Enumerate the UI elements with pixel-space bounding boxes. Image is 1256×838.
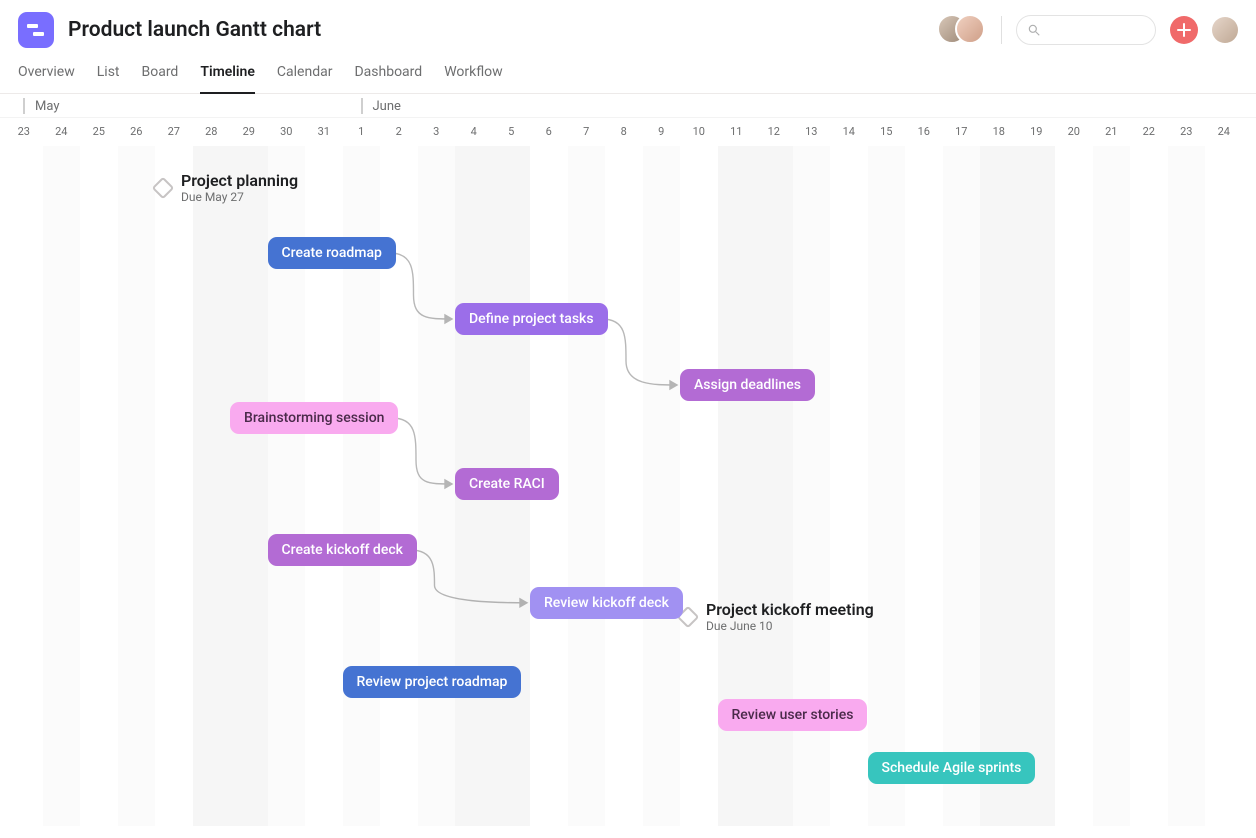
milestone-subtitle: Due June 10	[706, 619, 874, 633]
search-input[interactable]	[1016, 15, 1156, 45]
month-header-row: May June	[0, 94, 1256, 118]
task-review-roadmap[interactable]: Review project roadmap	[343, 666, 522, 698]
day-column	[1130, 146, 1168, 826]
date-cell: 11	[718, 125, 756, 138]
date-cell: 30	[268, 125, 306, 138]
project-icon	[18, 12, 54, 48]
date-cell: 19	[1018, 125, 1056, 138]
day-column	[680, 146, 718, 826]
weekend-column	[230, 146, 268, 826]
tab-board[interactable]: Board	[142, 64, 179, 94]
date-cell: 20	[1055, 125, 1093, 138]
day-column	[605, 146, 643, 826]
tab-timeline[interactable]: Timeline	[200, 64, 255, 94]
date-cell: 18	[980, 125, 1018, 138]
milestone-diamond-icon	[152, 176, 175, 199]
date-cell: 29	[230, 125, 268, 138]
task-kickoff-deck[interactable]: Create kickoff deck	[268, 534, 417, 566]
day-column	[905, 146, 943, 826]
milestone-title: Project kickoff meeting	[706, 600, 874, 619]
day-column	[1205, 146, 1243, 826]
date-cell: 31	[305, 125, 343, 138]
milestone-project-planning[interactable]: Project planningDue May 27	[155, 171, 298, 204]
date-cell: 17	[943, 125, 981, 138]
date-cell: 10	[680, 125, 718, 138]
date-cell: 21	[1093, 125, 1131, 138]
tab-workflow[interactable]: Workflow	[444, 64, 503, 94]
date-cell: 3	[418, 125, 456, 138]
date-cell: 22	[1130, 125, 1168, 138]
user-avatar[interactable]	[1212, 17, 1238, 43]
tab-dashboard[interactable]: Dashboard	[354, 64, 422, 94]
date-cell: 26	[118, 125, 156, 138]
date-cell: 27	[155, 125, 193, 138]
date-cell: 16	[905, 125, 943, 138]
date-cell: 7	[568, 125, 606, 138]
date-cell: 9	[643, 125, 681, 138]
month-tick	[23, 98, 25, 114]
weekend-column	[1018, 146, 1056, 826]
day-column	[868, 146, 906, 826]
day-column	[1055, 146, 1093, 826]
date-cell: 12	[755, 125, 793, 138]
date-cell: 24	[43, 125, 81, 138]
day-column	[568, 146, 606, 826]
avatar[interactable]	[955, 14, 985, 44]
divider	[1001, 16, 1002, 44]
task-assign-deadlines[interactable]: Assign deadlines	[680, 369, 815, 401]
task-schedule-sprints[interactable]: Schedule Agile sprints	[868, 752, 1036, 784]
task-create-raci[interactable]: Create RACI	[455, 468, 559, 500]
task-define-tasks[interactable]: Define project tasks	[455, 303, 608, 335]
plus-icon	[1177, 23, 1191, 37]
header: Product launch Gantt chart	[0, 0, 1256, 48]
date-cell: 23	[5, 125, 43, 138]
month-tick	[361, 98, 363, 114]
search-icon	[1027, 23, 1041, 37]
timeline: MayJune 23242526272829303112345678910111…	[0, 94, 1256, 826]
project-title: Product launch Gantt chart	[68, 18, 321, 42]
date-cell: 28	[193, 125, 231, 138]
task-review-kickoff[interactable]: Review kickoff deck	[530, 587, 683, 619]
date-cell: 2	[380, 125, 418, 138]
day-column	[43, 146, 81, 826]
date-cell: 15	[868, 125, 906, 138]
tab-calendar[interactable]: Calendar	[277, 64, 333, 94]
day-column	[418, 146, 456, 826]
date-cell: 5	[493, 125, 531, 138]
day-column	[1168, 146, 1206, 826]
day-column	[118, 146, 156, 826]
tab-list[interactable]: List	[97, 64, 120, 94]
task-review-stories[interactable]: Review user stories	[718, 699, 868, 731]
day-column	[155, 146, 193, 826]
date-cell: 25	[80, 125, 118, 138]
weekend-column	[193, 146, 231, 826]
add-button[interactable]	[1170, 16, 1198, 44]
tab-overview[interactable]: Overview	[18, 64, 75, 94]
task-brainstorm[interactable]: Brainstorming session	[230, 402, 398, 434]
milestone-subtitle: Due May 27	[181, 190, 298, 204]
day-column	[943, 146, 981, 826]
date-cell: 24	[1205, 125, 1243, 138]
date-cell: 13	[793, 125, 831, 138]
date-cell: 8	[605, 125, 643, 138]
day-column	[80, 146, 118, 826]
day-column	[643, 146, 681, 826]
date-cell: 1	[343, 125, 381, 138]
date-header-row: 2324252627282930311234567891011121314151…	[0, 118, 1256, 146]
date-cell: 14	[830, 125, 868, 138]
date-cell: 23	[1168, 125, 1206, 138]
task-create-roadmap[interactable]: Create roadmap	[268, 237, 396, 269]
date-cell: 6	[530, 125, 568, 138]
date-cell: 4	[455, 125, 493, 138]
member-avatars[interactable]	[937, 14, 987, 46]
day-column	[1093, 146, 1131, 826]
gantt-grid[interactable]: Project planningDue May 27 Project kickof…	[0, 146, 1256, 826]
month-label: May	[35, 99, 59, 114]
milestone-title: Project planning	[181, 171, 298, 190]
month-label: June	[373, 99, 401, 114]
view-tabs: Overview List Board Timeline Calendar Da…	[0, 48, 1256, 94]
milestone-project-kickoff[interactable]: Project kickoff meetingDue June 10	[680, 600, 874, 633]
weekend-column	[980, 146, 1018, 826]
day-column	[5, 146, 43, 826]
